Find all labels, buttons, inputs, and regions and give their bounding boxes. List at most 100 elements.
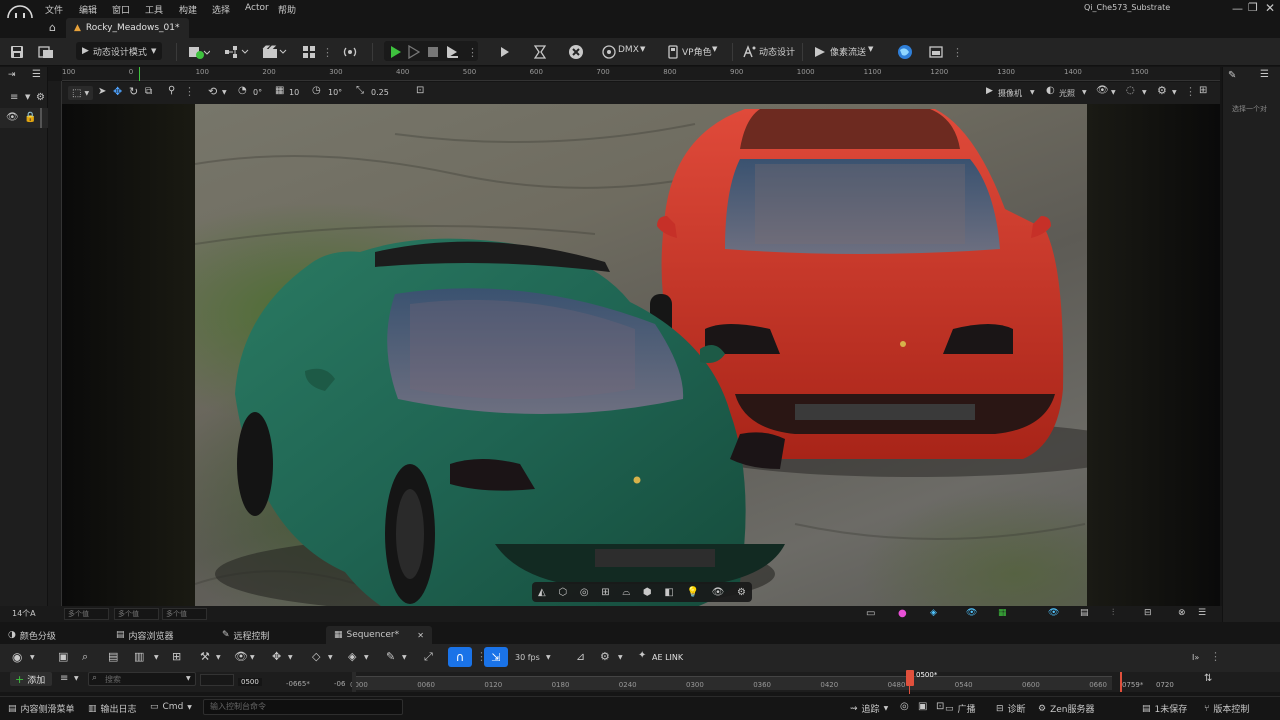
seq-save-icon[interactable]: ▣ <box>58 650 68 663</box>
grid-icon[interactable]: ⊞ <box>601 587 609 598</box>
seq-search-icon[interactable]: ⌕ <box>82 650 88 664</box>
viewport-settings-icon[interactable]: ⚙ <box>1157 84 1167 97</box>
curve-editor-icon[interactable]: ⊿ <box>576 650 585 663</box>
snap-frame-button[interactable]: ⇲ <box>484 647 508 667</box>
snap-magnet-button[interactable]: ∩ <box>448 647 472 667</box>
track-search-chevron-icon[interactable]: ▼ <box>186 675 191 682</box>
tab-sequencer[interactable]: ▦ Sequencer* ✕ <box>326 626 432 644</box>
seq-key-icon[interactable]: ◇ <box>312 650 320 663</box>
seq-settings-chevron-icon[interactable]: ▼ <box>618 654 623 661</box>
grid-snap-value[interactable]: 10 <box>289 88 299 97</box>
paint-icon[interactable]: ◎ <box>580 587 589 598</box>
record-icon[interactable]: ◎ <box>900 701 909 712</box>
tab-color-grading[interactable]: ◑ 颜色分级 <box>8 628 56 642</box>
status-close-icon[interactable]: ⊗ <box>1178 608 1186 618</box>
filter-chevron-icon[interactable]: ▼ <box>25 93 30 101</box>
status-eye-2-icon[interactable]: 👁 <box>1048 608 1059 618</box>
play-options-icon[interactable]: ⋮ <box>467 44 478 60</box>
source-control-button[interactable]: ⑂ 版本控制 <box>1204 702 1249 716</box>
color-wheel-icon[interactable]: ● <box>898 608 907 619</box>
rotation-snap-value[interactable]: 0° <box>253 88 262 97</box>
seq-key-2-chevron-icon[interactable]: ▼ <box>364 654 369 661</box>
minimize-icon[interactable]: — <box>1232 2 1243 15</box>
content-icon[interactable] <box>38 44 54 60</box>
home-icon[interactable]: ⌂ <box>49 21 56 34</box>
cinematics-icon[interactable] <box>262 44 288 60</box>
move-icon[interactable]: ✥ <box>113 85 122 98</box>
seq-view-chevron-icon[interactable]: ▼ <box>250 654 255 661</box>
angle-snap-value[interactable]: 10° <box>328 88 342 97</box>
motion-design-icon[interactable] <box>742 44 756 60</box>
lighting-chevron-icon[interactable]: ▼ <box>1082 89 1087 96</box>
camera-chevron-icon[interactable]: ▼ <box>1030 89 1035 96</box>
mesh-icon[interactable]: ⬡ <box>558 587 567 598</box>
scale-snap-icon[interactable]: ⤡ <box>356 85 364 96</box>
layout-icon[interactable]: ⊞ <box>1199 85 1207 96</box>
pixel-stream-chevron-icon[interactable]: ▼ <box>868 45 873 53</box>
save-icon[interactable] <box>10 44 24 60</box>
dmx-icon[interactable] <box>602 44 616 60</box>
menu-actor[interactable]: Actor <box>245 3 269 13</box>
hourglass-icon[interactable] <box>534 44 546 60</box>
seq-brush-icon[interactable]: ✎ <box>386 650 395 663</box>
angle-snap-icon[interactable]: ◷ <box>312 85 321 96</box>
current-frame-field[interactable]: 0500 <box>238 678 262 686</box>
seq-brush-chevron-icon[interactable]: ▼ <box>402 654 407 661</box>
settings-panel-icon[interactable] <box>929 44 945 60</box>
performance-icon[interactable]: ◌ <box>1126 85 1135 96</box>
vp-role-label[interactable]: VP角色 <box>682 45 712 58</box>
light-icon[interactable]: 💡 <box>686 587 698 598</box>
status-list-icon[interactable]: ☰ <box>1198 608 1206 618</box>
lock-icon[interactable]: 🔒 <box>24 112 36 123</box>
close-icon[interactable]: ✕ <box>1265 1 1275 15</box>
tab-close-icon[interactable]: ✕ <box>417 631 424 640</box>
settings-grid-icon[interactable] <box>302 44 316 60</box>
zen-server-button[interactable]: ⚙ Zen服务器 <box>1038 702 1095 716</box>
stop-trace-icon[interactable]: ⊡ <box>936 701 944 712</box>
float-settings-icon[interactable]: ⚙ <box>737 587 746 598</box>
field-1[interactable]: 多个值 <box>64 608 109 620</box>
transport-controls[interactable] <box>200 674 234 686</box>
menu-select[interactable]: 选择 <box>212 3 230 16</box>
more-icon[interactable]: ⋮ <box>322 44 333 60</box>
world-icon[interactable]: ⚲ <box>168 85 175 96</box>
collapse-icon[interactable]: ⇥ <box>8 70 16 80</box>
seq-curve-icon[interactable]: ⤢ <box>424 650 433 664</box>
status-layers-icon[interactable]: ▤ <box>1080 608 1089 618</box>
vp-role-chevron-icon[interactable]: ▼ <box>712 45 717 53</box>
surface-snap-icon[interactable]: ⟲ <box>208 85 217 98</box>
camera-speed-icon[interactable]: ⊡ <box>416 85 424 96</box>
level-viewport[interactable]: ◭ ⬡ ◎ ⊞ ⌓ ⬢ ◧ 💡 👁 ⚙ <box>62 104 1220 606</box>
seq-world-icon[interactable]: ◉ <box>12 650 22 664</box>
filter-icon[interactable]: ≡ <box>10 92 18 103</box>
seq-key-chevron-icon[interactable]: ▼ <box>328 654 333 661</box>
stop-icon[interactable] <box>427 44 439 60</box>
launch-icon[interactable] <box>500 44 510 60</box>
maximize-icon[interactable]: ❐ <box>1248 1 1258 14</box>
show-icon[interactable]: 👁 <box>1096 85 1109 96</box>
ae-link-label[interactable]: AE LINK <box>652 653 683 662</box>
ae-link-icon[interactable]: ✦ <box>638 650 646 661</box>
status-grid-icon[interactable]: ▦ <box>998 608 1007 618</box>
mode-dropdown[interactable]: ▶ 动态设计模式 ▼ <box>76 42 162 60</box>
platform-icon[interactable] <box>568 44 584 60</box>
cmd-dropdown[interactable]: ▭ Cmd ▼ <box>150 702 192 712</box>
status-levels-icon[interactable]: ⊟ <box>1144 608 1152 618</box>
visibility-icon[interactable]: 👁 <box>712 587 725 598</box>
field-3[interactable]: 多个值 <box>162 608 207 620</box>
details-list-icon[interactable]: ☰ <box>1260 69 1269 80</box>
seq-world-chevron-icon[interactable]: ▼ <box>30 654 35 661</box>
play-icon[interactable] <box>390 44 402 60</box>
trace-button[interactable]: ⇝ 追踪 ▼ <box>850 702 888 716</box>
status-tool-1-icon[interactable]: ◈ <box>930 608 937 618</box>
dmx-chevron-icon[interactable]: ▼ <box>640 45 645 53</box>
scale-icon[interactable]: ⧉ <box>145 86 152 97</box>
seq-transform-chevron-icon[interactable]: ▼ <box>288 654 293 661</box>
show-chevron-icon[interactable]: ▼ <box>1111 89 1116 96</box>
diagnostics-button[interactable]: ⊟ 诊断 <box>996 702 1026 716</box>
snapshot-icon[interactable]: ▣ <box>918 701 927 712</box>
scale-snap-value[interactable]: 0.25 <box>371 88 389 97</box>
add-actor-icon[interactable] <box>188 44 210 60</box>
menu-file[interactable]: 文件 <box>45 3 63 16</box>
list-icon[interactable]: ☰ <box>32 69 41 80</box>
